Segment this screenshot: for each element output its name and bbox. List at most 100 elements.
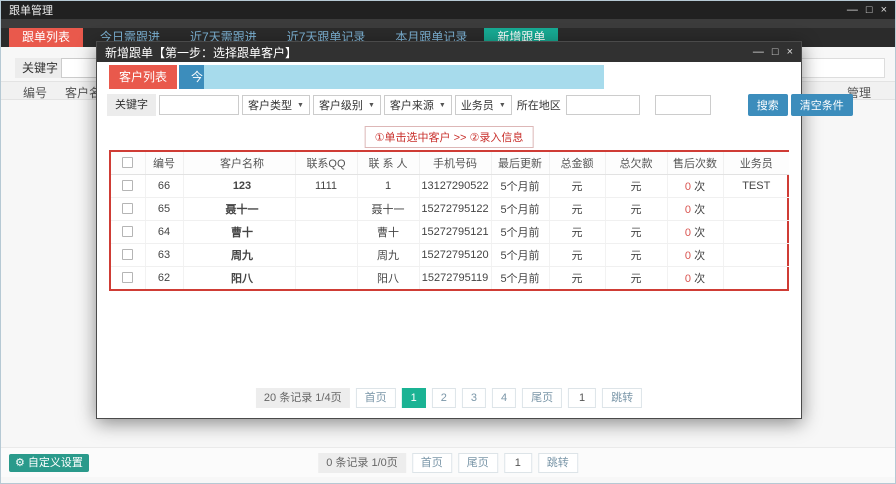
modal-page-buttons: 1234 xyxy=(401,388,517,408)
close-icon[interactable]: × xyxy=(881,4,887,16)
main-footer: ⚙ 自定义设置 0 条记录 1/0页 首页 尾页 跳转 xyxy=(1,447,895,477)
maximize-icon[interactable]: □ xyxy=(866,4,873,16)
table-row[interactable]: 65 聂十一 聂十一 15272795122 5个月前元元 0 次 xyxy=(111,197,789,221)
customer-source-select[interactable]: 客户来源 ▼ xyxy=(383,95,452,115)
gear-icon: ⚙ xyxy=(15,456,25,469)
cell-id: 66 xyxy=(145,174,184,198)
cell-salesman xyxy=(723,266,789,289)
cell-qq xyxy=(295,197,358,221)
cell-id: 64 xyxy=(145,220,184,244)
table-row[interactable]: 63 周九 周九 15272795120 5个月前元元 0 次 xyxy=(111,243,789,267)
chevron-down-icon: ▼ xyxy=(498,101,506,109)
cell-checkbox xyxy=(111,220,146,244)
page-button-4[interactable]: 4 xyxy=(491,388,517,408)
main-record-summary: 0 条记录 1/0页 xyxy=(318,453,406,473)
window-title: 跟单管理 xyxy=(9,5,53,17)
page-button-2[interactable]: 2 xyxy=(431,388,456,408)
step-notice: ①单击选中客户 >> ②录入信息 xyxy=(364,126,534,148)
modal-title: 新增跟单【第一步：选择跟单客户】 xyxy=(105,45,298,60)
main-right-input[interactable] xyxy=(801,58,885,78)
table-row[interactable]: 66 123 1111 1 13127290522 5个月前元元 0 次 TEST xyxy=(111,174,789,198)
modal-maximize-icon[interactable]: □ xyxy=(772,46,779,58)
cell-id: 62 xyxy=(145,266,184,289)
select-all-checkbox[interactable] xyxy=(122,157,134,169)
cell-contact: 曹十 xyxy=(357,220,420,244)
region-input-2[interactable] xyxy=(654,95,711,115)
cell-total-debt: 元 xyxy=(605,220,668,244)
main-page-input[interactable] xyxy=(503,453,532,473)
cell-contact: 聂十一 xyxy=(357,197,420,221)
titlebar-divider xyxy=(1,19,895,28)
customer-source-label: 客户来源 xyxy=(389,100,434,112)
cell-qq: 1111 xyxy=(295,174,358,198)
row-checkbox[interactable] xyxy=(122,272,134,284)
modal-first-page-button[interactable]: 首页 xyxy=(355,388,396,408)
modal-last-page-button[interactable]: 尾页 xyxy=(522,388,563,408)
column-header-7: 总欠款 xyxy=(605,152,668,175)
main-first-page-button[interactable]: 首页 xyxy=(411,453,452,473)
salesman-select[interactable]: 业务员 ▼ xyxy=(454,95,512,115)
table-row[interactable]: 62 阳八 阳八 15272795119 5个月前元元 0 次 xyxy=(111,266,789,289)
row-checkbox[interactable] xyxy=(122,226,134,238)
customer-type-label: 客户类型 xyxy=(248,100,292,112)
row-checkbox[interactable] xyxy=(122,180,134,192)
modal-titlebar: 新增跟单【第一步：选择跟单客户】 — □ × xyxy=(97,42,801,62)
column-header-5: 最后更新 xyxy=(491,152,550,175)
cell-total-amount: 元 xyxy=(549,197,606,221)
main-col-id: 编号 xyxy=(23,86,48,100)
new-followup-modal: 新增跟单【第一步：选择跟单客户】 — □ × 客户列表 今日新增 关键字 客户类… xyxy=(96,41,853,419)
column-header-0: 编号 xyxy=(145,152,184,175)
cell-phone: 15272795120 xyxy=(419,243,492,267)
modal-search-bar: 关键字 客户类型 ▼ 客户级别 ▼ 客户来源 ▼ 业务员 ▼ 所在地区 搜索 清… xyxy=(107,94,853,116)
cell-checkbox xyxy=(111,197,146,221)
cell-aftersales-count: 0 次 xyxy=(667,174,724,198)
customer-type-select[interactable]: 客户类型 ▼ xyxy=(242,95,310,115)
cell-salesman: TEST xyxy=(723,174,789,198)
modal-jump-button[interactable]: 跳转 xyxy=(602,388,643,408)
cell-last-updated: 5个月前 xyxy=(491,243,550,267)
customer-level-label: 客户级别 xyxy=(318,100,363,112)
customer-table: 编号 客户名称 联系QQ 联 系 人手机号码 最后更新 总金额 总欠款 售后次数 业务员 66 1… xyxy=(111,152,789,289)
cell-contact: 周九 xyxy=(357,243,420,267)
modal-close-icon[interactable]: × xyxy=(787,46,793,58)
modal-minimize-icon[interactable]: — xyxy=(753,46,764,58)
main-titlebar: 跟单管理 — □ × xyxy=(1,1,895,19)
region-input[interactable] xyxy=(565,95,640,115)
minimize-icon[interactable]: — xyxy=(847,4,858,16)
column-header-8: 售后次数 xyxy=(667,152,724,175)
main-keyword-label: 关键字 xyxy=(15,58,66,78)
cell-name: 曹十 xyxy=(183,220,296,244)
cell-contact: 1 xyxy=(357,174,420,198)
cell-phone: 15272795121 xyxy=(419,220,492,244)
cell-qq xyxy=(295,243,358,267)
modal-keyword-input[interactable] xyxy=(159,95,239,115)
cell-total-debt: 元 xyxy=(605,174,668,198)
main-window-controls: — □ × xyxy=(847,4,887,16)
cell-phone: 15272795119 xyxy=(419,266,492,289)
modal-keyword-label: 关键字 xyxy=(107,94,156,116)
main-jump-button[interactable]: 跳转 xyxy=(537,453,578,473)
row-checkbox[interactable] xyxy=(122,249,134,261)
row-checkbox[interactable] xyxy=(122,203,134,215)
clear-conditions-button[interactable]: 清空条件 xyxy=(790,94,853,116)
cell-last-updated: 5个月前 xyxy=(491,174,550,198)
main-tab-0[interactable]: 跟单列表 xyxy=(9,28,84,47)
modal-body: 客户列表 今日新增 关键字 客户类型 ▼ 客户级别 ▼ 客户来源 ▼ xyxy=(97,62,853,418)
cell-aftersales-count: 0 次 xyxy=(667,220,724,244)
modal-table-header-row: 编号 客户名称 联系QQ 联 系 人手机号码 最后更新 总金额 总欠款 售后次数 业务员 xyxy=(111,152,789,175)
modal-page-input[interactable] xyxy=(568,388,597,408)
custom-settings-button[interactable]: ⚙ 自定义设置 xyxy=(9,454,89,472)
cell-qq xyxy=(295,220,358,244)
customer-level-select[interactable]: 客户级别 ▼ xyxy=(312,95,381,115)
table-row[interactable]: 64 曹十 曹十 15272795121 5个月前元元 0 次 xyxy=(111,220,789,244)
tab-customer-list[interactable]: 客户列表 xyxy=(109,65,177,89)
main-last-page-button[interactable]: 尾页 xyxy=(457,453,498,473)
highlight-overlay xyxy=(204,65,604,89)
region-label: 所在地区 xyxy=(516,100,561,112)
cell-checkbox xyxy=(111,174,146,198)
cell-aftersales-count: 0 次 xyxy=(667,197,724,221)
page-button-3[interactable]: 3 xyxy=(461,388,486,408)
search-button[interactable]: 搜索 xyxy=(747,94,788,116)
chevron-down-icon: ▼ xyxy=(438,101,446,109)
page-button-1[interactable]: 1 xyxy=(401,388,426,408)
